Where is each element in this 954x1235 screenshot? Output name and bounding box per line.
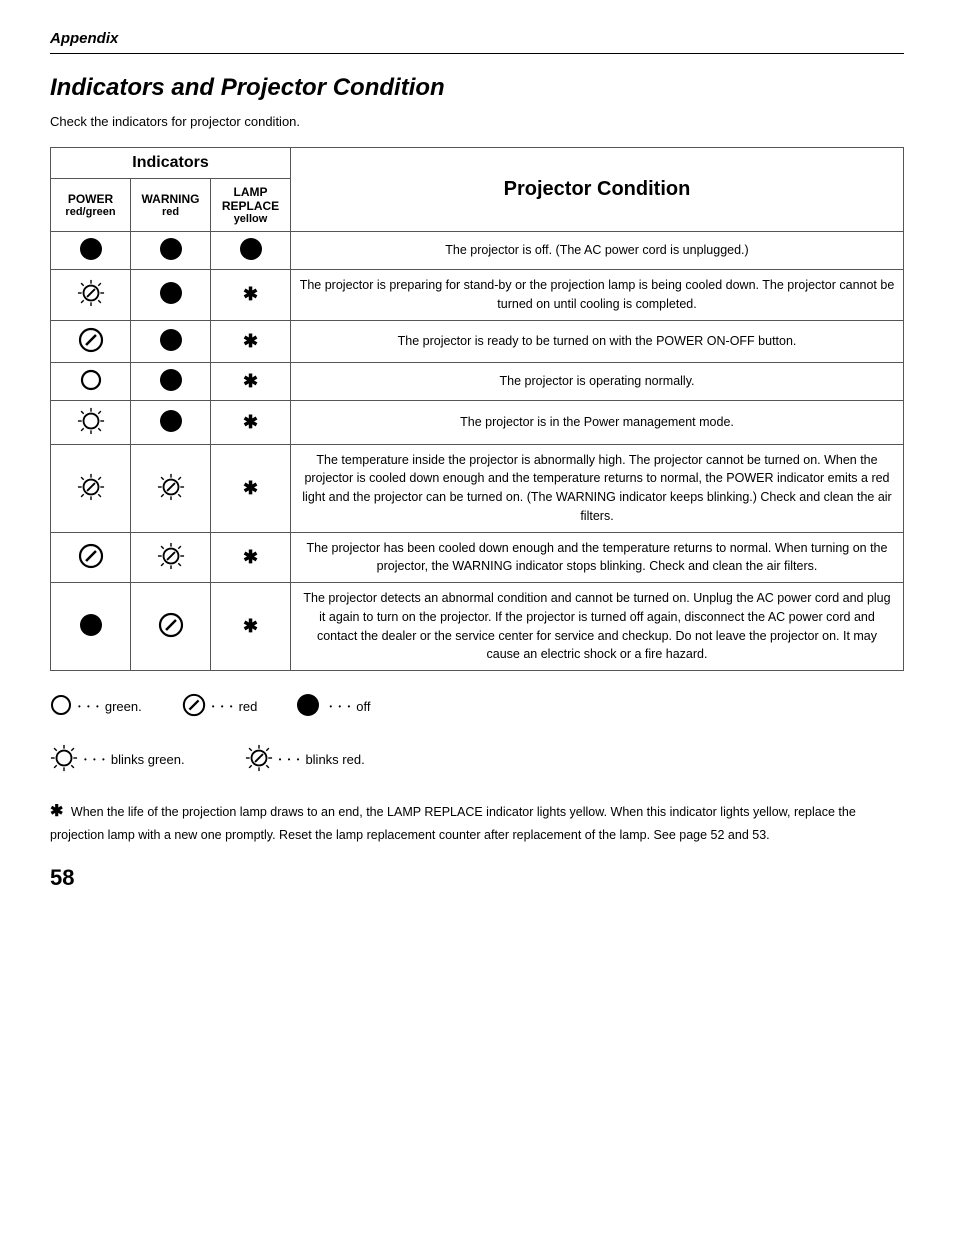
warning-cell-7	[131, 583, 211, 671]
lamp-cell-2: ✱	[211, 320, 291, 362]
indicator-off-icon	[160, 282, 182, 304]
legend-section: • • • green. • • • red • • • off	[50, 693, 904, 728]
legend-slash-icon	[182, 693, 206, 720]
condition-cell-3: The projector is operating normally.	[291, 362, 904, 400]
indicator-asterisk-icon: ✱	[243, 547, 258, 567]
warning-cell-0	[131, 232, 211, 270]
table-row: ✱ The projector is operating normally.	[51, 362, 904, 400]
table-row: ✱ The temperature inside the projector i…	[51, 444, 904, 532]
power-cell-6	[51, 532, 131, 583]
appendix-header: Appendix	[50, 30, 904, 54]
footnote-section: ✱ When the life of the projection lamp d…	[50, 799, 904, 845]
legend-blink-green: • • • blinks green.	[50, 744, 185, 775]
indicator-off-icon	[160, 238, 182, 260]
legend-off-icon	[297, 694, 319, 719]
table-row: The projector is off. (The AC power cord…	[51, 232, 904, 270]
legend-slash: • • • red	[182, 693, 258, 720]
indicator-asterisk-icon: ✱	[243, 284, 258, 304]
indicator-off-icon	[80, 238, 102, 260]
lamp-cell-0	[211, 232, 291, 270]
power-cell-7	[51, 583, 131, 671]
section-title: Indicators and Projector Condition	[50, 74, 904, 102]
legend-blink-green-icon	[50, 744, 78, 775]
lamp-cell-5: ✱	[211, 444, 291, 532]
indicator-blink-green-icon	[77, 407, 105, 435]
indicator-asterisk-icon: ✱	[243, 616, 258, 636]
indicator-asterisk-icon: ✱	[243, 412, 258, 432]
table-row: ✱ The projector has been cooled down eno…	[51, 532, 904, 583]
lamp-cell-6: ✱	[211, 532, 291, 583]
intro-text: Check the indicators for projector condi…	[50, 114, 904, 129]
col-lamp-header: LAMP REPLACE yellow	[211, 179, 291, 232]
condition-cell-7: The projector detects an abnormal condit…	[291, 583, 904, 671]
legend-blink-red-icon	[245, 744, 273, 775]
indicator-blink-red-icon	[77, 473, 105, 501]
table-row: ✱ The projector is preparing for stand-b…	[51, 270, 904, 321]
indicator-off-icon	[160, 410, 182, 432]
table-row: ✱ The projector is ready to be turned on…	[51, 320, 904, 362]
condition-cell-5: The temperature inside the projector is …	[291, 444, 904, 532]
power-cell-0	[51, 232, 131, 270]
warning-cell-6	[131, 532, 211, 583]
indicator-asterisk-icon: ✱	[243, 371, 258, 391]
legend-open-icon	[50, 694, 72, 719]
indicator-asterisk-icon: ✱	[243, 331, 258, 351]
col-power-header: POWER red/green	[51, 179, 131, 232]
warning-cell-4	[131, 400, 211, 444]
indicator-open-icon	[80, 369, 102, 391]
lamp-cell-3: ✱	[211, 362, 291, 400]
indicator-slash-icon	[78, 543, 104, 569]
indicators-table: Indicators Projector Condition POWER red…	[50, 147, 904, 671]
indicator-blink-red-icon	[157, 542, 185, 570]
legend-off: • • • off	[297, 693, 370, 720]
warning-cell-3	[131, 362, 211, 400]
warning-cell-1	[131, 270, 211, 321]
table-row: ✱ The projector detects an abnormal cond…	[51, 583, 904, 671]
lamp-cell-4: ✱	[211, 400, 291, 444]
condition-cell-6: The projector has been cooled down enoug…	[291, 532, 904, 583]
lamp-cell-7: ✱	[211, 583, 291, 671]
condition-cell-4: The projector is in the Power management…	[291, 400, 904, 444]
indicator-off-icon	[240, 238, 262, 260]
legend-open: • • • green.	[50, 693, 142, 720]
indicator-blink-red-icon	[157, 473, 185, 501]
indicators-header: Indicators	[51, 148, 291, 179]
indicator-slash-icon	[158, 612, 184, 638]
power-cell-5	[51, 444, 131, 532]
warning-cell-2	[131, 320, 211, 362]
legend-blink-red: • • • blinks red.	[245, 744, 365, 775]
projector-condition-header: Projector Condition	[291, 148, 904, 232]
indicator-blink-red-icon	[77, 279, 105, 307]
table-row: ✱ The projector is in the Power manageme…	[51, 400, 904, 444]
footnote-text: When the life of the projection lamp dra…	[50, 805, 856, 842]
warning-cell-5	[131, 444, 211, 532]
indicator-off-icon	[160, 369, 182, 391]
power-cell-3	[51, 362, 131, 400]
indicator-slash-icon	[78, 327, 104, 353]
power-cell-4	[51, 400, 131, 444]
lamp-cell-1: ✱	[211, 270, 291, 321]
condition-cell-0: The projector is off. (The AC power cord…	[291, 232, 904, 270]
condition-cell-1: The projector is preparing for stand-by …	[291, 270, 904, 321]
power-cell-2	[51, 320, 131, 362]
legend-section-2: • • • blinks green. • • • blinks red.	[50, 744, 904, 783]
col-warning-header: WARNING red	[131, 179, 211, 232]
condition-cell-2: The projector is ready to be turned on w…	[291, 320, 904, 362]
indicator-off-icon	[160, 329, 182, 351]
power-cell-1	[51, 270, 131, 321]
indicator-asterisk-icon: ✱	[243, 478, 258, 498]
indicator-off-icon	[80, 614, 102, 636]
page-number: 58	[50, 865, 904, 891]
